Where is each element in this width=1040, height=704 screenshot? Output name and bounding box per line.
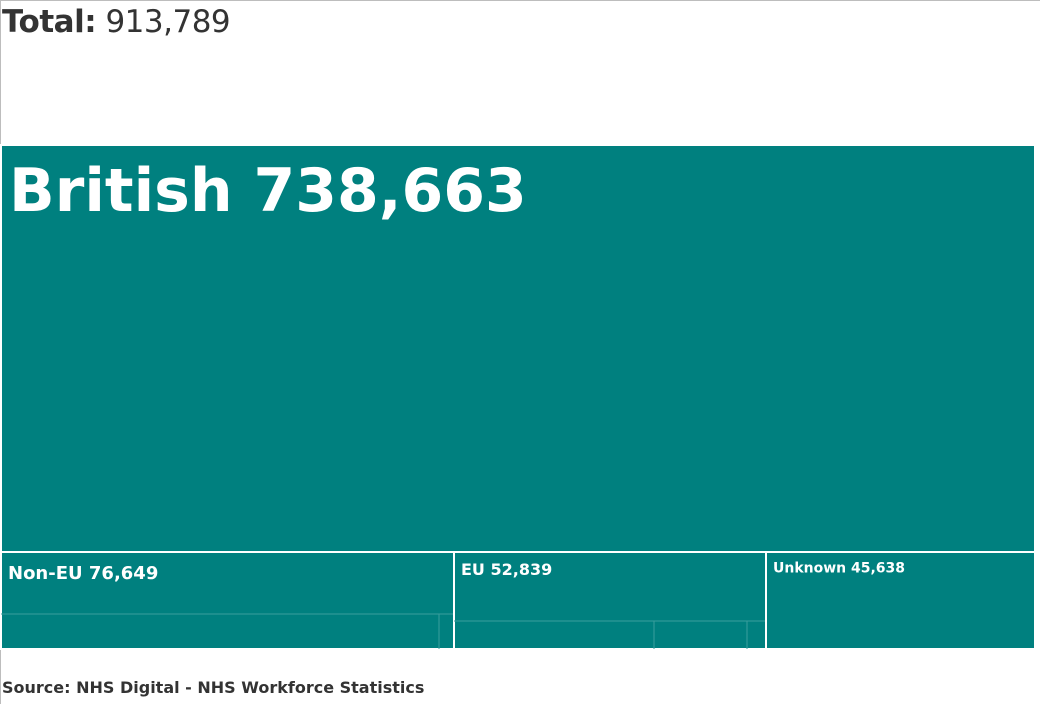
source-note: Source: NHS Digital - NHS Workforce Stat… — [2, 678, 425, 697]
treemap-label-unknown: Unknown 45,638 — [773, 561, 905, 577]
treemap-chart: British 738,663 Non-EU 76,649 EU 52,839 Unk… — [0, 144, 1036, 650]
treemap-label-eu: EU 52,839 — [461, 560, 552, 579]
treemap-label-british: British 738,663 — [9, 156, 527, 226]
treemap-label-non-eu: Non-EU 76,649 — [8, 563, 158, 584]
